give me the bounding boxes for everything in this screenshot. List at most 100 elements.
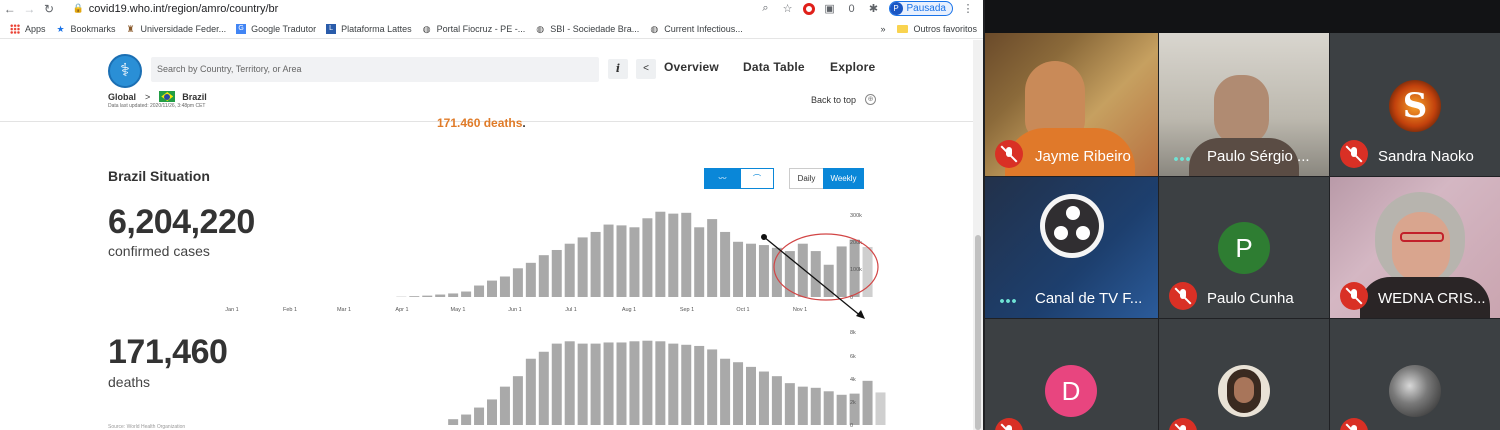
video-meeting-panel: Jayme Ribeiro Paulo Sérgio ... S Sandra …: [985, 0, 1500, 430]
deaths-bar: [758, 371, 769, 425]
globe-icon: ◍: [422, 23, 431, 34]
cases-bar: [603, 224, 614, 297]
deaths-bar: [836, 394, 847, 425]
cases-bar: [616, 225, 627, 297]
counter-extension-icon[interactable]: 0: [845, 3, 859, 15]
address-bar-row: ← → ↻ 🔒 covid19.who.int/region/amro/coun…: [0, 0, 983, 17]
muted-mic-icon: [995, 418, 1023, 430]
bookmark-star-icon[interactable]: ☆: [781, 2, 795, 15]
cases-bar: [720, 231, 731, 297]
cases-bar: [577, 237, 588, 297]
other-bookmarks[interactable]: Outros favoritos: [913, 24, 977, 34]
participant-tile-9[interactable]: [1330, 319, 1500, 430]
obs-logo-icon: [1040, 194, 1104, 258]
participant-name: Paulo Sérgio ...: [1207, 148, 1310, 165]
deaths-bar: [694, 345, 705, 425]
deaths-bar: [733, 362, 744, 425]
back-arrow-icon[interactable]: ←: [0, 2, 20, 16]
browser-window: ← → ↻ 🔒 covid19.who.int/region/amro/coun…: [0, 0, 983, 430]
cases-bar: [797, 243, 808, 297]
bookmarks-bar: Apps ★ Bookmarks ♜ Universidade Feder... G…: [0, 19, 983, 39]
cases-bar: [733, 241, 744, 297]
bookmark-lattes[interactable]: L Plataforma Lattes: [326, 23, 412, 34]
cases-bar: [655, 211, 666, 297]
deaths-bar: [810, 387, 821, 425]
cases-bar: [448, 293, 459, 297]
participant-tile-5[interactable]: P Paulo Cunha: [1159, 177, 1329, 318]
participant-tile-6[interactable]: WEDNA CRIS...: [1330, 177, 1500, 318]
cases-bar: [707, 219, 718, 297]
forward-arrow-icon[interactable]: →: [20, 2, 40, 16]
cases-bar: [435, 294, 446, 297]
muted-mic-icon: [1340, 140, 1368, 168]
profile-button[interactable]: P Pausada: [888, 1, 953, 16]
x-tick-label: Nov 1: [793, 307, 807, 313]
cases-bar: [836, 246, 847, 297]
x-tick-label: Oct 1: [736, 307, 749, 313]
deaths-bar: [720, 358, 731, 425]
cases-bar: [642, 218, 653, 297]
lock-icon: 🔒: [72, 3, 84, 13]
deaths-bar: [487, 399, 497, 425]
cases-bar: [538, 255, 549, 297]
participant-tile-2[interactable]: Paulo Sérgio ...: [1159, 33, 1329, 176]
bookmark-google-tradutor[interactable]: G Google Tradutor: [236, 23, 316, 34]
cases-bar: [629, 227, 640, 297]
y-tick-label: 100k: [850, 267, 862, 273]
bookmark-universidade[interactable]: ♜ Universidade Feder...: [126, 24, 226, 34]
x-tick-label: Jul 1: [565, 307, 577, 313]
chrome-menu-icon[interactable]: ⋮: [961, 2, 975, 15]
y-tick-label: 0: [850, 423, 853, 429]
cases-bar: [694, 227, 705, 297]
x-tick-label: Jun 1: [508, 307, 521, 313]
deaths-bar: [771, 376, 782, 425]
deaths-bar: [668, 343, 679, 425]
deaths-bar: [564, 341, 575, 425]
extension-icon[interactable]: ▣: [823, 2, 837, 15]
participant-tile-8[interactable]: [1159, 319, 1329, 430]
deaths-bar: [499, 386, 510, 425]
x-tick-label: Mar 1: [337, 307, 351, 313]
deaths-bar: [707, 349, 718, 425]
participant-tile-7[interactable]: D: [985, 319, 1158, 430]
participant-tile-4[interactable]: Canal de TV F...: [985, 177, 1158, 318]
opera-extension-icon[interactable]: [802, 2, 815, 15]
cases-bar: [409, 296, 420, 297]
lattes-icon: L: [326, 23, 337, 34]
deaths-bar: [642, 340, 653, 425]
participant-name: Paulo Cunha: [1207, 290, 1294, 307]
bookmark-apps[interactable]: Apps: [10, 23, 46, 34]
x-tick-label: Jan 1: [225, 307, 238, 313]
bookmark-current-infectious[interactable]: ◍ Current Infectious...: [649, 24, 742, 34]
x-tick-label: Sep 1: [680, 307, 694, 313]
y-tick-label: 300k: [850, 213, 862, 219]
scrollbar-thumb[interactable]: [975, 235, 981, 430]
bookmarks-overflow[interactable]: » Outros favoritos: [880, 24, 977, 34]
avatar: P: [1218, 222, 1270, 274]
x-tick-label: Aug 1: [622, 307, 636, 313]
apps-grid-icon: [10, 23, 20, 34]
url-text[interactable]: covid19.who.int/region/amro/country/br: [89, 3, 279, 15]
muted-mic-icon: [1340, 418, 1368, 430]
cases-bar: [499, 276, 510, 297]
overflow-chevron-icon[interactable]: »: [880, 24, 885, 34]
participant-tile-1[interactable]: Jayme Ribeiro: [985, 33, 1158, 176]
cases-bar: [487, 280, 497, 297]
participant-name: Canal de TV F...: [1035, 290, 1143, 307]
bookmark-sbi[interactable]: ◍ SBI - Sociedade Bra...: [535, 24, 639, 34]
deaths-bar: [862, 380, 873, 425]
y-tick-label: 200k: [850, 240, 862, 246]
glasses-icon: [1400, 232, 1444, 242]
omnibox[interactable]: 🔒 covid19.who.int/region/amro/country/br: [73, 1, 759, 16]
participant-tile-3[interactable]: S Sandra Naoko: [1330, 33, 1500, 176]
y-tick-label: 8k: [850, 330, 856, 336]
charts-svg: 300k200k100k08k6k4k2k0Jan 1 Feb 1 Mar 1 Apr…: [225, 211, 886, 429]
bookmark-bookmarks[interactable]: ★ Bookmarks: [56, 24, 115, 34]
deaths-bar: [823, 391, 834, 425]
bookmark-fiocruz[interactable]: ◍ Portal Fiocruz - PE -...: [422, 23, 525, 34]
reload-icon[interactable]: ↻: [39, 2, 59, 16]
deaths-bar: [474, 407, 485, 425]
zoom-search-icon[interactable]: ⌕: [759, 2, 773, 15]
muted-mic-icon: [1340, 282, 1368, 310]
puzzle-extensions-icon[interactable]: ✱: [867, 2, 881, 15]
